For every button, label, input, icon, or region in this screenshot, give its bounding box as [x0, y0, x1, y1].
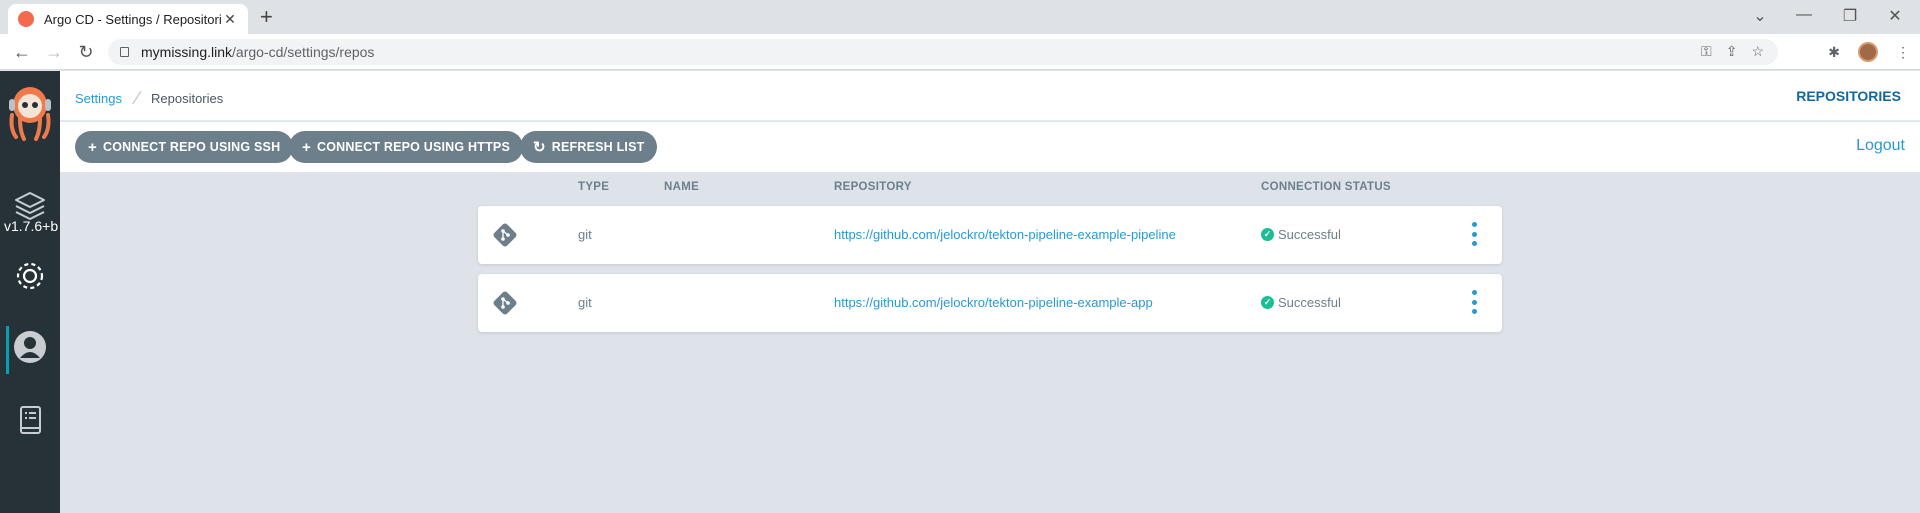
tab-close-icon[interactable]: ✕ — [222, 11, 238, 28]
omnibox-icons: ⚿ ⇪ ☆ — [1701, 43, 1764, 60]
argo-logo-icon[interactable] — [6, 83, 54, 143]
sidebar-item-docs[interactable] — [12, 402, 48, 438]
address-bar[interactable]: mymissing.link/argo-cd/settings/repos ⚿ … — [108, 39, 1778, 65]
plus-icon: + — [88, 138, 97, 156]
column-header-repository: REPOSITORY — [834, 181, 912, 193]
sidebar-active-indicator — [6, 326, 9, 374]
user-icon — [14, 331, 46, 363]
status-text: Successful — [1278, 227, 1341, 242]
profile-avatar[interactable] — [1858, 42, 1878, 62]
sidebar: v1.7.6+b — [0, 71, 60, 513]
plus-icon: + — [302, 138, 311, 156]
extensions-icon[interactable]: ✱ — [1828, 44, 1840, 61]
connect-ssh-button[interactable]: + CONNECT REPO USING SSH — [75, 131, 294, 163]
sidebar-item-settings[interactable] — [12, 258, 48, 294]
repo-url-link[interactable]: https://github.com/jelockro/tekton-pipel… — [834, 227, 1176, 242]
sidebar-item-user-info[interactable] — [12, 329, 48, 365]
url-host: mymissing.link — [141, 44, 233, 60]
docs-icon — [20, 406, 41, 434]
check-circle-icon: ✓ — [1261, 296, 1274, 309]
new-tab-icon[interactable]: + — [260, 6, 273, 28]
action-toolbar: + CONNECT REPO USING SSH + CONNECT REPO US… — [60, 122, 1920, 172]
gear-icon — [16, 262, 44, 290]
repo-url-link[interactable]: https://github.com/jelockro/tekton-pipel… — [834, 295, 1153, 310]
connect-https-button[interactable]: + CONNECT REPO USING HTTPS — [289, 131, 523, 163]
repo-type: git — [578, 295, 592, 310]
page-title: REPOSITORIES — [1796, 88, 1901, 104]
refresh-list-button[interactable]: ↻ REFRESH LIST — [520, 131, 658, 163]
breadcrumb-separator: / — [130, 88, 143, 108]
sidebar-item-applications[interactable] — [12, 187, 48, 223]
git-icon — [493, 223, 517, 247]
key-icon[interactable]: ⚿ — [1701, 43, 1712, 60]
row-actions-menu-icon[interactable] — [1472, 222, 1478, 246]
refresh-icon: ↻ — [533, 139, 546, 156]
forward-icon[interactable]: → — [43, 41, 65, 63]
browser-tab-strip: Argo CD - Settings / Repositories ✕ + ⌄ … — [0, 0, 1920, 34]
url-text: mymissing.link/argo-cd/settings/repos — [141, 44, 374, 60]
back-icon[interactable]: ← — [11, 41, 33, 63]
tab-search-icon[interactable]: ⌄ — [1750, 6, 1770, 26]
refresh-label: REFRESH LIST — [551, 140, 645, 154]
breadcrumb-current: Repositories — [151, 91, 224, 106]
restore-icon[interactable]: ❐ — [1840, 6, 1860, 26]
row-actions-menu-icon[interactable] — [1472, 290, 1478, 314]
reload-icon[interactable]: ↻ — [75, 41, 97, 63]
connection-status: ✓ Successful — [1261, 227, 1341, 242]
breadcrumb: Settings / Repositories — [75, 88, 223, 109]
browser-toolbar: ← → ↻ mymissing.link/argo-cd/settings/re… — [0, 34, 1920, 70]
browser-menu-icon[interactable]: ⋮ — [1896, 44, 1910, 61]
check-circle-icon: ✓ — [1261, 228, 1274, 241]
breadcrumb-settings-link[interactable]: Settings — [75, 91, 122, 106]
url-path: /argo-cd/settings/repos — [232, 44, 375, 60]
column-header-type: TYPE — [578, 181, 610, 193]
page-header: Settings / Repositories REPOSITORIES — [60, 71, 1920, 121]
connect-ssh-label: CONNECT REPO USING SSH — [102, 140, 281, 154]
lock-icon — [120, 47, 129, 57]
table-row[interactable]: git https://github.com/jelockro/tekton-p… — [478, 206, 1502, 264]
tab-title: Argo CD - Settings / Repositories — [44, 11, 222, 27]
column-header-name: NAME — [664, 181, 700, 193]
repo-type: git — [578, 227, 592, 242]
connection-status: ✓ Successful — [1261, 295, 1341, 310]
layers-icon — [15, 192, 45, 220]
extension-area: ✱ ⋮ — [1828, 42, 1910, 62]
close-window-icon[interactable]: ✕ — [1885, 6, 1905, 26]
share-icon[interactable]: ⇪ — [1726, 43, 1738, 60]
minimize-icon[interactable]: — — [1794, 6, 1814, 24]
browser-tab[interactable]: Argo CD - Settings / Repositories ✕ — [8, 4, 248, 34]
git-icon — [493, 291, 517, 315]
status-text: Successful — [1278, 295, 1341, 310]
logout-link[interactable]: Logout — [1856, 137, 1905, 155]
table-row[interactable]: git https://github.com/jelockro/tekton-p… — [478, 274, 1502, 332]
connect-https-label: CONNECT REPO USING HTTPS — [316, 140, 510, 154]
column-header-status: CONNECTION STATUS — [1261, 181, 1391, 193]
argo-favicon-icon — [18, 11, 34, 27]
bookmark-star-icon[interactable]: ☆ — [1751, 43, 1764, 60]
